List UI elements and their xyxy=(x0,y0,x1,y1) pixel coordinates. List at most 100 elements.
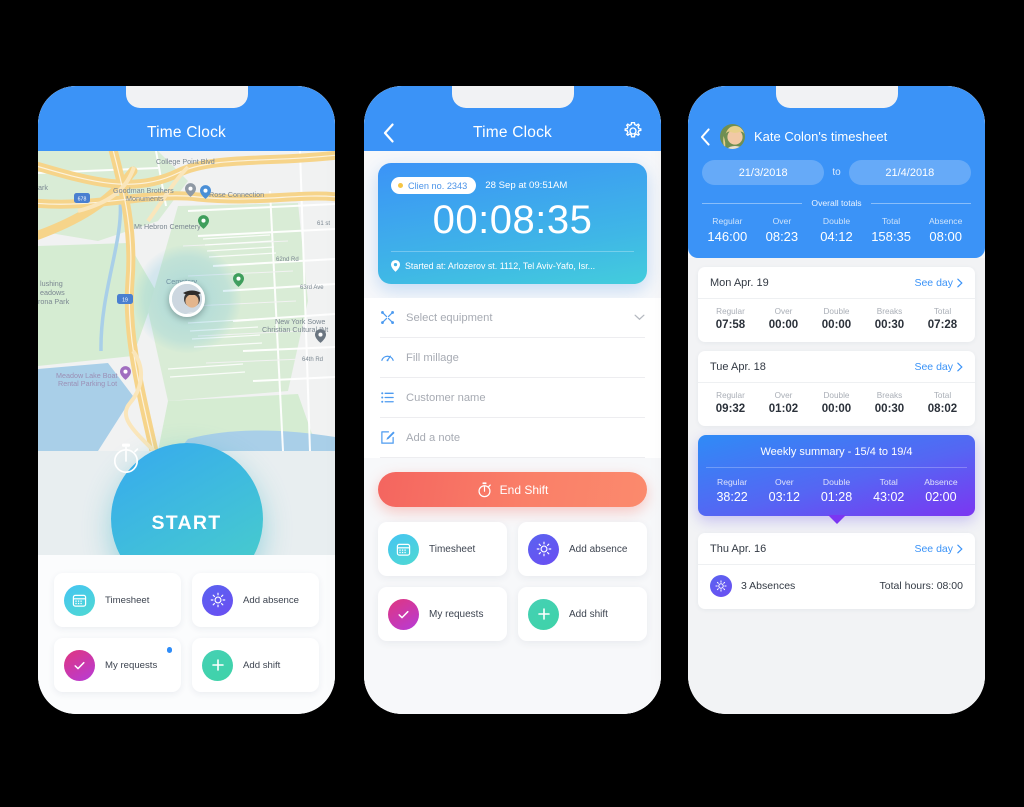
map-label: Monuments xyxy=(126,194,164,203)
end-shift-button[interactable]: End Shift xyxy=(378,472,647,507)
tile-my-requests[interactable]: My requests xyxy=(54,638,181,692)
map-label: lushing xyxy=(40,279,63,288)
day-name: Tue Apr. 18 xyxy=(710,361,766,373)
map-label: College Point Blvd xyxy=(156,157,215,166)
start-button[interactable]: START xyxy=(110,443,263,555)
day-value: 00:00 xyxy=(821,319,852,331)
screenshot-stage: Time Clock 678 19 College Point Blvd Goo… xyxy=(0,0,1024,807)
date-from-picker[interactable]: 21/3/2018 xyxy=(702,160,825,185)
day-card-values: Regular 07:58 Over 00:00 Double 00:00 Br… xyxy=(698,299,975,342)
day-value: 08:02 xyxy=(927,403,958,415)
day-column: Breaks 00:30 xyxy=(863,307,916,331)
day-column: Double 00:00 xyxy=(810,307,863,331)
weekly-value: 02:00 xyxy=(925,490,957,504)
phone-notch xyxy=(775,86,898,108)
map-pin-icon xyxy=(315,329,326,343)
phone2-tile-grid: Timesheet Add absence My requests Add sh… xyxy=(378,522,647,641)
phone-notch xyxy=(125,86,248,108)
tile-my-requests[interactable]: My requests xyxy=(378,587,507,641)
tile-add-absence[interactable]: Add absence xyxy=(518,522,647,576)
day-column: Regular 09:32 xyxy=(704,391,757,415)
map-label: Mt Hebron Cemetery xyxy=(134,222,201,231)
svg-text:19: 19 xyxy=(122,298,128,304)
day-key: Total xyxy=(933,307,952,316)
day-value: 00:00 xyxy=(768,319,799,331)
total-value: 08:23 xyxy=(765,229,799,244)
total-value: 158:35 xyxy=(871,229,911,244)
tools-icon xyxy=(380,310,395,325)
calendar-icon xyxy=(64,584,95,616)
weekly-column: Over 03:12 xyxy=(758,477,810,504)
sun-icon xyxy=(202,584,233,616)
weekly-value: 43:02 xyxy=(873,490,905,504)
tile-timesheet[interactable]: Timesheet xyxy=(378,522,507,576)
back-button[interactable] xyxy=(700,127,711,146)
day-card-mon: Mon Apr. 19 See day Regular 07:58 Over 0… xyxy=(698,267,975,342)
timesheet-day-list[interactable]: Mon Apr. 19 See day Regular 07:58 Over 0… xyxy=(688,258,985,714)
phone-notch xyxy=(451,86,574,108)
day-card-thu: Thu Apr. 16 See day 3 Absences Total hou… xyxy=(698,533,975,609)
day-value: 09:32 xyxy=(715,403,746,415)
avatar[interactable] xyxy=(720,124,745,149)
chevron-left-icon xyxy=(383,123,394,143)
weekly-key: Total xyxy=(879,477,898,487)
see-day-link[interactable]: See day xyxy=(914,543,963,555)
day-column: Total 07:28 xyxy=(916,307,969,331)
field-add-note[interactable]: Add a note xyxy=(380,418,645,458)
date-range-to-label: to xyxy=(832,167,841,178)
day-name: Mon Apr. 19 xyxy=(710,277,769,289)
tile-timesheet[interactable]: Timesheet xyxy=(54,573,181,627)
divider-line xyxy=(702,202,803,204)
tile-label: Add absence xyxy=(243,594,300,606)
tile-label: Timesheet xyxy=(105,594,150,606)
total-key: Over xyxy=(772,216,792,226)
field-select-equipment[interactable]: Select equipment xyxy=(380,298,645,338)
tile-add-shift[interactable]: Add shift xyxy=(518,587,647,641)
map-label: 62nd Rd xyxy=(276,257,299,263)
chevron-down-icon[interactable] xyxy=(634,314,645,321)
see-day-label: See day xyxy=(914,543,953,555)
day-column: Breaks 00:30 xyxy=(863,391,916,415)
timer-date: 28 Sep at 09:51AM xyxy=(485,180,568,191)
absence-summary-row: 3 Absences Total hours: 08:00 xyxy=(698,565,975,609)
day-column: Total 08:02 xyxy=(916,391,969,415)
tile-add-absence[interactable]: Add absence xyxy=(192,573,319,627)
started-at-text: Started at: Arlozerov st. 1112, Tel Aviv… xyxy=(405,261,596,271)
date-to-picker[interactable]: 21/4/2018 xyxy=(848,160,971,185)
weekly-value: 03:12 xyxy=(768,490,800,504)
phone-3-timesheet: Kate Colon's timesheet 21/3/2018 to 21/4… xyxy=(688,86,985,714)
phone-2-active-shift: Time Clock Clien no. 2343 28 Sep at 09:5… xyxy=(364,86,661,714)
see-day-link[interactable]: See day xyxy=(914,361,963,373)
total-key: Regular xyxy=(712,216,743,226)
total-column: Absence 08:00 xyxy=(918,216,973,244)
back-button[interactable] xyxy=(378,122,400,144)
avatar[interactable] xyxy=(168,281,205,317)
total-column: Double 04:12 xyxy=(809,216,864,244)
chevron-right-icon xyxy=(957,278,963,288)
active-timer-card: Clien no. 2343 28 Sep at 09:51AM 00:08:3… xyxy=(378,163,647,284)
gear-icon xyxy=(624,121,642,138)
field-fill-millage[interactable]: Fill millage xyxy=(380,338,645,378)
total-value: 04:12 xyxy=(820,229,853,244)
total-value: 146:00 xyxy=(707,229,748,244)
start-button-label: START xyxy=(151,512,222,534)
stopwatch-icon xyxy=(113,443,138,474)
start-button-wrap: START xyxy=(110,443,263,555)
total-column: Regular 146:00 xyxy=(700,216,755,244)
field-label: Add a note xyxy=(406,431,461,444)
day-value: 01:02 xyxy=(768,403,799,415)
total-value: 08:00 xyxy=(929,229,962,244)
day-column: Over 01:02 xyxy=(757,391,810,415)
timer-location: Started at: Arlozerov st. 1112, Tel Aviv… xyxy=(391,251,634,272)
phone-1-time-clock: Time Clock 678 19 College Point Blvd Goo… xyxy=(38,86,335,714)
phone1-tile-grid: Timesheet Add absence My requests Add sh… xyxy=(38,555,335,714)
map-view[interactable]: 678 19 College Point Blvd Goodman Brothe… xyxy=(38,151,335,555)
day-column: Over 00:00 xyxy=(757,307,810,331)
shift-form-fields: Select equipment Fill millage Customer n… xyxy=(364,298,661,458)
settings-button[interactable] xyxy=(623,121,647,145)
tile-add-shift[interactable]: Add shift xyxy=(192,638,319,692)
day-column: Regular 07:58 xyxy=(704,307,757,331)
day-key: Breaks xyxy=(876,391,903,400)
field-customer-name[interactable]: Customer name xyxy=(380,378,645,418)
see-day-link[interactable]: See day xyxy=(914,277,963,289)
